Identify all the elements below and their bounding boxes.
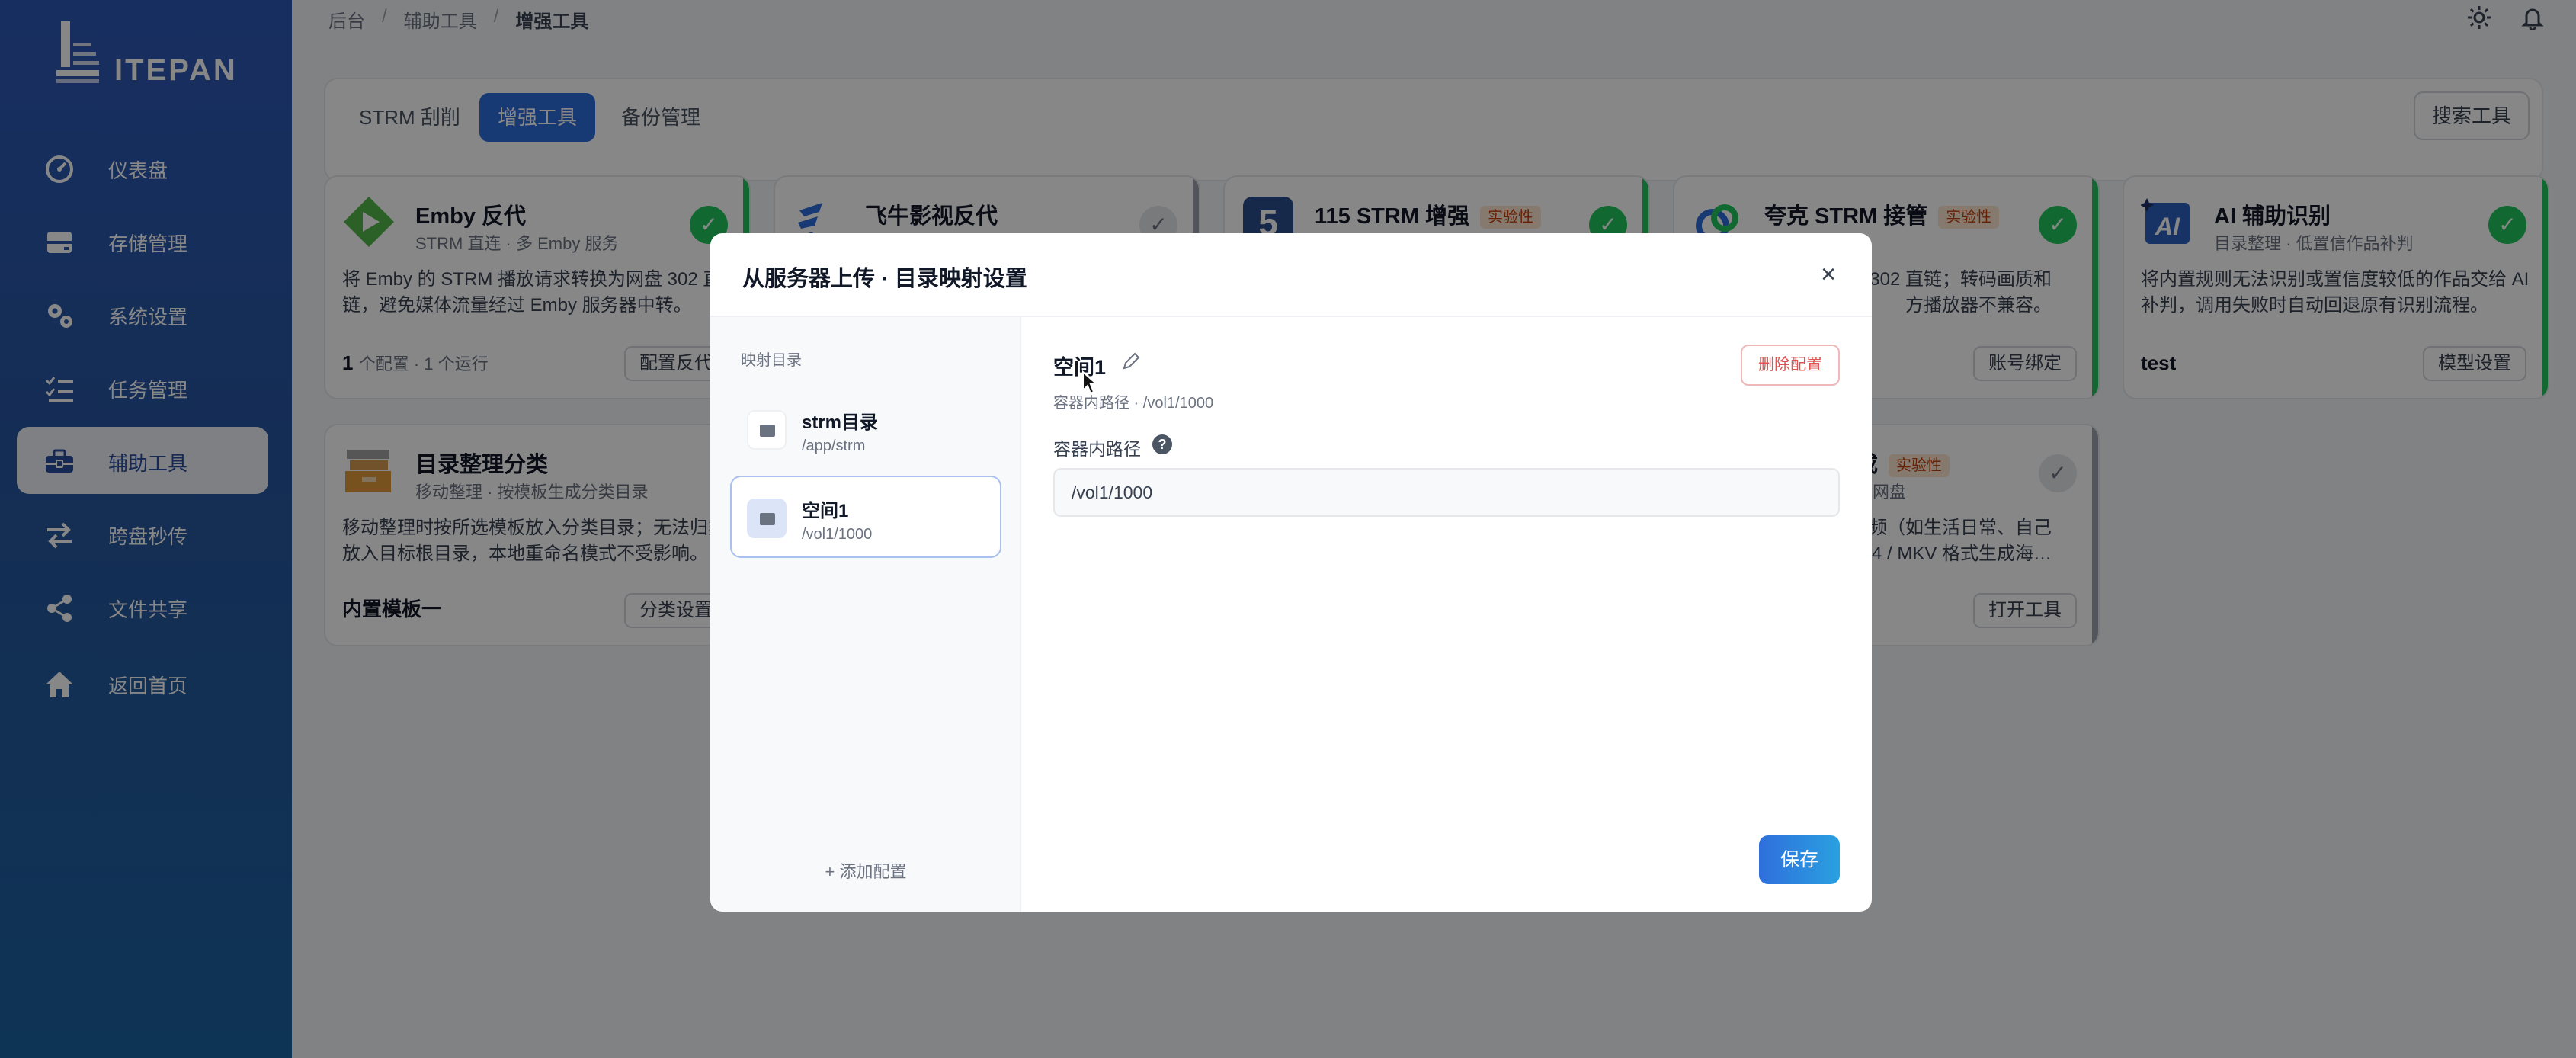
app-root: ITEPAN 仪表盘 存储管理 系统设置 任务管理 辅助工具 跨盘秒传 文件共享…	[0, 0, 2576, 1058]
modal-title: 从服务器上传 · 目录映射设置	[742, 267, 1027, 291]
config-subtitle: 容器内路径 · /vol1/1000	[1053, 395, 1214, 412]
modal-header: 从服务器上传 · 目录映射设置 ×	[710, 233, 1872, 317]
mapping-name: strm目录	[802, 412, 879, 433]
mapping-detail-panel: 空间1 容器内路径 · /vol1/1000 删除配置 容器内路径 ? 保存	[1021, 317, 1872, 912]
mapping-item[interactable]: strm目录 /app/strm	[730, 387, 1001, 470]
add-config-button[interactable]: + 添加配置	[710, 858, 1021, 883]
mapping-path: /app/strm	[802, 438, 866, 454]
mapping-list-header: 映射目录	[741, 352, 802, 369]
mapping-path: /vol1/1000	[802, 526, 873, 543]
folder-icon	[747, 499, 787, 538]
container-path-label: 容器内路径	[1053, 439, 1141, 459]
mapping-list-panel: 映射目录 strm目录 /app/strm 空间1 /vol1/1000 + 添…	[710, 317, 1021, 912]
close-icon[interactable]: ×	[1817, 261, 1840, 287]
directory-mapping-modal: 从服务器上传 · 目录映射设置 × 映射目录 strm目录 /app/strm …	[710, 233, 1872, 912]
container-path-input[interactable]	[1053, 468, 1840, 517]
mapping-item-selected[interactable]: 空间1 /vol1/1000	[730, 476, 1001, 558]
mapping-name: 空间1	[802, 501, 849, 521]
folder-icon	[747, 410, 787, 450]
pencil-icon[interactable]	[1120, 351, 1142, 372]
save-button[interactable]: 保存	[1759, 835, 1840, 884]
help-icon[interactable]: ?	[1152, 434, 1172, 454]
delete-config-button[interactable]: 删除配置	[1741, 345, 1840, 386]
mouse-cursor-icon	[1082, 370, 1098, 395]
